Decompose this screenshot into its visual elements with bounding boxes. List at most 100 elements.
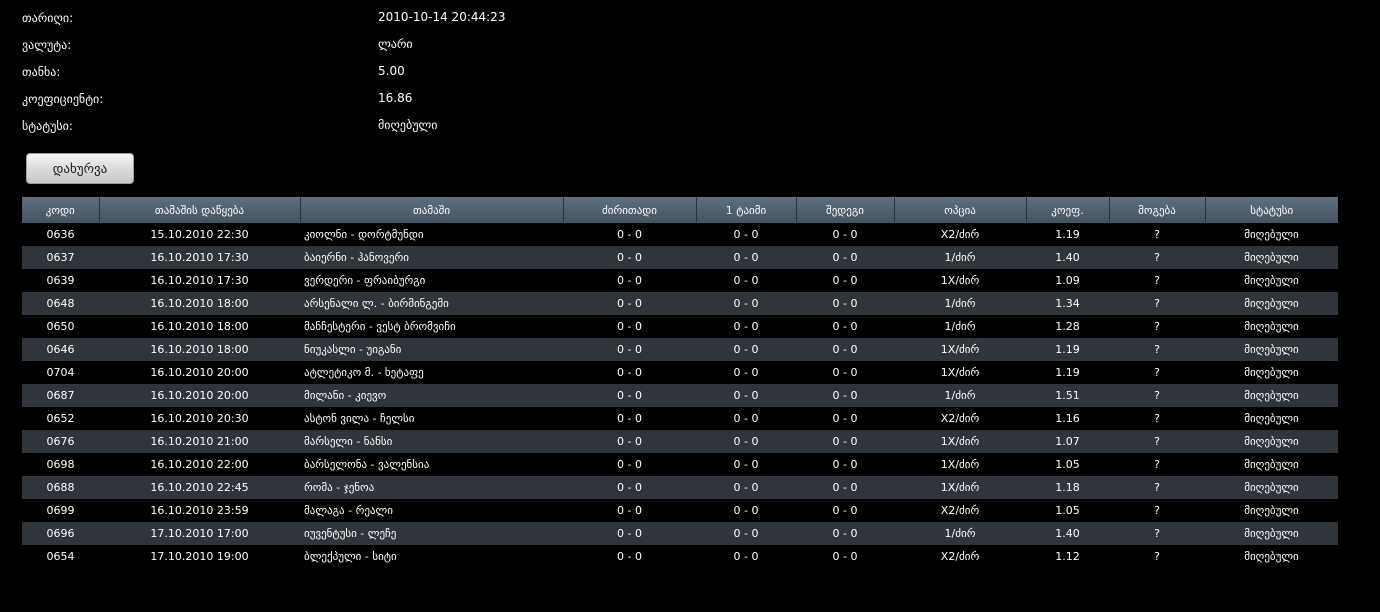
coefficient-label: კოეფიციენტი:	[22, 92, 104, 106]
cell-status: მიღებული	[1205, 384, 1338, 407]
cell-start: 15.10.2010 22:30	[99, 223, 300, 246]
cell-first-half: 0 - 0	[696, 338, 796, 361]
currency-value: ლარი	[378, 37, 413, 51]
cell-start: 16.10.2010 18:00	[99, 315, 300, 338]
cell-code: 0699	[22, 499, 99, 522]
table-row: 0699 16.10.2010 23:59 მალაგა - რეალი 0 - 00…	[22, 499, 1338, 522]
table-row: 0696 17.10.2010 17:00 იუვენტუსი - ლეჩე 0 - …	[22, 522, 1338, 545]
table-row: 0648 16.10.2010 18:00 არსენალი ლ. - ბირმინ…	[22, 292, 1338, 315]
cell-coefficient: 1.34	[1026, 292, 1109, 315]
amount-value: 5.00	[378, 64, 405, 78]
cell-result: 0 - 0	[796, 453, 894, 476]
cell-start: 16.10.2010 22:45	[99, 476, 300, 499]
cell-code: 0687	[22, 384, 99, 407]
cell-first-half: 0 - 0	[696, 246, 796, 269]
cell-coefficient: 1.07	[1026, 430, 1109, 453]
cell-game: იუვენტუსი - ლეჩე	[300, 522, 563, 545]
cell-code: 0648	[22, 292, 99, 315]
cell-coefficient: 1.19	[1026, 338, 1109, 361]
cell-main: 0 - 0	[563, 476, 696, 499]
cell-option: X2/ძირ	[894, 545, 1026, 568]
cell-start: 16.10.2010 20:30	[99, 407, 300, 430]
table-row: 0646 16.10.2010 18:00 ნიუკასლი - უიგანი 0 -…	[22, 338, 1338, 361]
cell-win: ?	[1109, 499, 1205, 522]
header-win[interactable]: მოგება	[1109, 197, 1206, 223]
cell-option: 1X/ძირ	[894, 361, 1026, 384]
cell-status: მიღებული	[1205, 522, 1338, 545]
cell-coefficient: 1.18	[1026, 476, 1109, 499]
cell-start: 16.10.2010 17:30	[99, 246, 300, 269]
cell-game: კიოლნი - დორტმუნდი	[300, 223, 563, 246]
table-row: 0687 16.10.2010 20:00 მილანი - კიევო 0 - 00…	[22, 384, 1338, 407]
cell-game: ნიუკასლი - უიგანი	[300, 338, 563, 361]
header-result[interactable]: შედეგი	[796, 197, 895, 223]
cell-main: 0 - 0	[563, 545, 696, 568]
cell-first-half: 0 - 0	[696, 407, 796, 430]
header-code[interactable]: კოდი	[22, 197, 100, 223]
cell-status: მიღებული	[1205, 292, 1338, 315]
status-label: სტატუსი:	[22, 119, 73, 133]
header-start[interactable]: თამაშის დაწყება	[99, 197, 301, 223]
cell-option: 1/ძირ	[894, 292, 1026, 315]
cell-start: 16.10.2010 20:00	[99, 361, 300, 384]
cell-game: ბარსელონა - ვალენსია	[300, 453, 563, 476]
table-row: 0704 16.10.2010 20:00 ატლეტიკო მ. - ხეტაფე…	[22, 361, 1338, 384]
cell-win: ?	[1109, 453, 1205, 476]
cell-status: მიღებული	[1205, 223, 1338, 246]
cell-win: ?	[1109, 246, 1205, 269]
close-button[interactable]: დახურვა	[26, 153, 134, 184]
cell-first-half: 0 - 0	[696, 430, 796, 453]
cell-first-half: 0 - 0	[696, 269, 796, 292]
cell-status: მიღებული	[1205, 338, 1338, 361]
cell-option: X2/ძირ	[894, 499, 1026, 522]
cell-game: ასტონ ვილა - ჩელსი	[300, 407, 563, 430]
cell-game: ბლექპული - სიტი	[300, 545, 563, 568]
cell-main: 0 - 0	[563, 361, 696, 384]
header-status[interactable]: სტატუსი	[1205, 197, 1338, 223]
cell-option: 1X/ძირ	[894, 453, 1026, 476]
cell-result: 0 - 0	[796, 292, 894, 315]
table-row: 0639 16.10.2010 17:30 ვერდერი - ფრაიბურგი 0…	[22, 269, 1338, 292]
cell-first-half: 0 - 0	[696, 292, 796, 315]
cell-result: 0 - 0	[796, 269, 894, 292]
coefficient-value: 16.86	[378, 91, 413, 105]
cell-main: 0 - 0	[563, 292, 696, 315]
header-coefficient[interactable]: კოეფ.	[1026, 197, 1110, 223]
header-first-half[interactable]: 1 ტაიმი	[696, 197, 797, 223]
cell-option: X2/ძირ	[894, 407, 1026, 430]
info-row-currency: ვალუტა: ლარი	[22, 35, 722, 62]
table-row: 0652 16.10.2010 20:30 ასტონ ვილა - ჩელსი 0 …	[22, 407, 1338, 430]
bets-table: კოდი თამაშის დაწყება თამაში ძირითადი 1 ტ…	[22, 197, 1338, 568]
cell-start: 16.10.2010 20:00	[99, 384, 300, 407]
cell-win: ?	[1109, 361, 1205, 384]
cell-code: 0654	[22, 545, 99, 568]
info-row-date: თარიღი: 2010-10-14 20:44:23	[22, 8, 722, 35]
bet-info: თარიღი: 2010-10-14 20:44:23 ვალუტა: ლარი…	[22, 8, 722, 143]
cell-win: ?	[1109, 476, 1205, 499]
header-game[interactable]: თამაში	[300, 197, 564, 223]
header-main[interactable]: ძირითადი	[563, 197, 697, 223]
cell-code: 0636	[22, 223, 99, 246]
cell-code: 0646	[22, 338, 99, 361]
cell-status: მიღებული	[1205, 361, 1338, 384]
cell-option: 1/ძირ	[894, 522, 1026, 545]
cell-option: 1X/ძირ	[894, 338, 1026, 361]
cell-main: 0 - 0	[563, 453, 696, 476]
cell-coefficient: 1.51	[1026, 384, 1109, 407]
cell-start: 17.10.2010 19:00	[99, 545, 300, 568]
cell-code: 0652	[22, 407, 99, 430]
info-row-coefficient: კოეფიციენტი: 16.86	[22, 89, 722, 116]
header-option[interactable]: ოპცია	[894, 197, 1027, 223]
cell-status: მიღებული	[1205, 476, 1338, 499]
cell-main: 0 - 0	[563, 246, 696, 269]
cell-code: 0650	[22, 315, 99, 338]
cell-result: 0 - 0	[796, 407, 894, 430]
table-row: 0654 17.10.2010 19:00 ბლექპული - სიტი 0 - 0…	[22, 545, 1338, 568]
cell-start: 16.10.2010 18:00	[99, 292, 300, 315]
cell-win: ?	[1109, 545, 1205, 568]
currency-label: ვალუტა:	[22, 38, 72, 52]
cell-game: მარსელი - ნანსი	[300, 430, 563, 453]
cell-start: 16.10.2010 23:59	[99, 499, 300, 522]
cell-option: 1/ძირ	[894, 384, 1026, 407]
cell-status: მიღებული	[1205, 407, 1338, 430]
